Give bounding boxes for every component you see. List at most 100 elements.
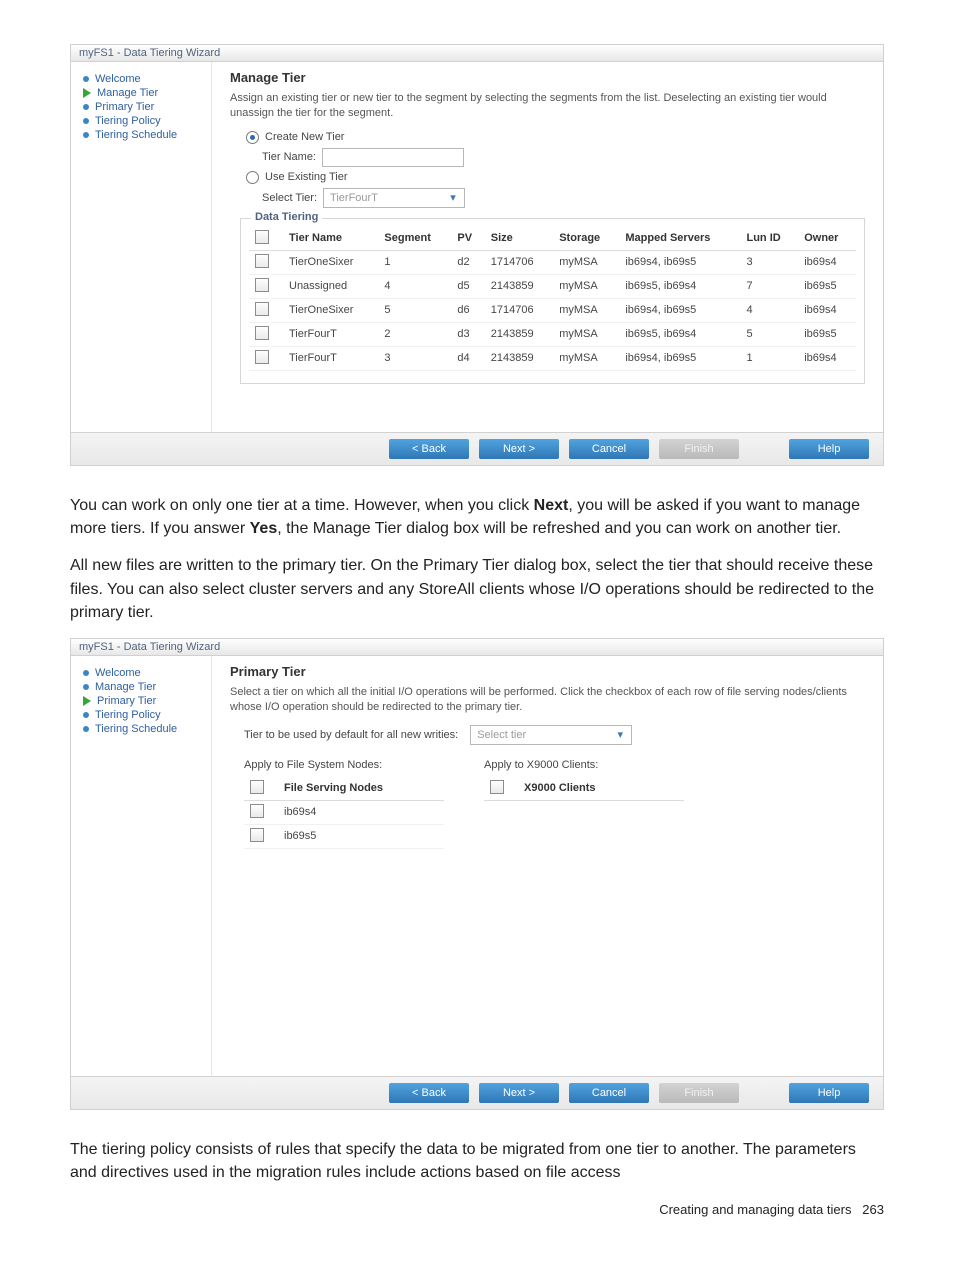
cell-size: 2143859 — [485, 322, 553, 346]
page-footer: Creating and managing data tiers 263 — [70, 1202, 884, 1217]
cell-node: ib69s5 — [278, 824, 444, 848]
tier-name-input[interactable] — [322, 148, 464, 167]
nav-label: Tiering Schedule — [95, 129, 177, 141]
row-checkbox[interactable] — [255, 278, 269, 292]
x9000-clients-table: X9000 Clients — [484, 777, 684, 801]
page-description: Select a tier on which all the initial I… — [230, 685, 865, 715]
arrow-icon — [83, 696, 91, 706]
checkbox-all[interactable] — [490, 780, 504, 794]
body-paragraph: You can work on only one tier at a time.… — [70, 494, 884, 540]
cell-storage: myMSA — [553, 298, 619, 322]
cell-size: 2143859 — [485, 346, 553, 370]
cell-tier-name: Unassigned — [283, 274, 378, 298]
col-storage: Storage — [553, 227, 619, 251]
text-bold: Next — [534, 497, 569, 514]
cancel-button[interactable]: Cancel — [569, 439, 649, 459]
cell-storage: myMSA — [553, 346, 619, 370]
page-description: Assign an existing tier or new tier to t… — [230, 91, 865, 121]
cell-segment: 1 — [378, 250, 451, 274]
checkbox-all[interactable] — [255, 230, 269, 244]
table-row[interactable]: TierOneSixer1d21714706myMSAib69s4, ib69s… — [249, 250, 856, 274]
radio-label: Create New Tier — [265, 131, 344, 143]
page-title: Manage Tier — [230, 70, 865, 85]
nav-label: Welcome — [95, 667, 141, 679]
radio-icon — [246, 131, 259, 144]
nav-item-welcome[interactable]: Welcome — [83, 666, 203, 680]
bullet-icon — [83, 118, 89, 124]
col-segment: Segment — [378, 227, 451, 251]
row-checkbox[interactable] — [255, 350, 269, 364]
nav-item-tiering-policy[interactable]: Tiering Policy — [83, 708, 203, 722]
nav-label: Primary Tier — [97, 695, 156, 707]
bullet-icon — [83, 712, 89, 718]
table-row[interactable]: TierFourT3d42143859myMSAib69s4, ib69s51i… — [249, 346, 856, 370]
row-checkbox[interactable] — [250, 828, 264, 842]
select-value: Select tier — [477, 729, 526, 741]
wizard-main: Primary Tier Select a tier on which all … — [212, 656, 883, 1076]
bullet-icon — [83, 684, 89, 690]
cell-lun-id: 3 — [740, 250, 798, 274]
row-checkbox[interactable] — [250, 804, 264, 818]
nav-item-primary-tier[interactable]: Primary Tier — [83, 694, 203, 708]
finish-button: Finish — [659, 439, 739, 459]
cell-size: 1714706 — [485, 250, 553, 274]
footer-text: Creating and managing data tiers — [659, 1202, 851, 1217]
radio-create-new-tier[interactable]: Create New Tier — [246, 131, 865, 144]
nav-item-tiering-policy[interactable]: Tiering Policy — [83, 114, 203, 128]
cell-pv: d2 — [451, 250, 484, 274]
finish-button: Finish — [659, 1083, 739, 1103]
radio-label: Use Existing Tier — [265, 171, 348, 183]
col-pv: PV — [451, 227, 484, 251]
row-checkbox[interactable] — [255, 326, 269, 340]
table-row[interactable]: ib69s5 — [244, 824, 444, 848]
select-tier-label: Select Tier: — [262, 192, 317, 204]
nav-item-welcome[interactable]: Welcome — [83, 72, 203, 86]
nav-label: Tiering Policy — [95, 115, 161, 127]
back-button[interactable]: < Back — [389, 1083, 469, 1103]
nav-label: Primary Tier — [95, 101, 154, 113]
next-button[interactable]: Next > — [479, 1083, 559, 1103]
default-tier-dropdown[interactable]: Select tier ▾ — [470, 725, 632, 745]
cell-segment: 5 — [378, 298, 451, 322]
table-row[interactable]: Unassigned4d52143859myMSAib69s5, ib69s47… — [249, 274, 856, 298]
cell-segment: 2 — [378, 322, 451, 346]
table-row[interactable]: ib69s4 — [244, 800, 444, 824]
cell-owner: ib69s4 — [798, 298, 856, 322]
back-button[interactable]: < Back — [389, 439, 469, 459]
radio-use-existing-tier[interactable]: Use Existing Tier — [246, 171, 865, 184]
body-paragraph: All new files are written to the primary… — [70, 554, 884, 624]
col-size: Size — [485, 227, 553, 251]
section-caption: Apply to X9000 Clients: — [484, 759, 684, 771]
help-button[interactable]: Help — [789, 1083, 869, 1103]
nav-item-tiering-schedule[interactable]: Tiering Schedule — [83, 128, 203, 142]
nav-item-tiering-schedule[interactable]: Tiering Schedule — [83, 722, 203, 736]
bullet-icon — [83, 670, 89, 676]
cell-lun-id: 5 — [740, 322, 798, 346]
nav-item-manage-tier[interactable]: Manage Tier — [83, 680, 203, 694]
nav-item-primary-tier[interactable]: Primary Tier — [83, 100, 203, 114]
select-tier-dropdown[interactable]: TierFourT ▾ — [323, 188, 465, 208]
select-tier-row: Select Tier: TierFourT ▾ — [262, 188, 865, 208]
row-checkbox[interactable] — [255, 254, 269, 268]
page-number: 263 — [862, 1202, 884, 1217]
cell-lun-id: 7 — [740, 274, 798, 298]
row-checkbox[interactable] — [255, 302, 269, 316]
cell-mapped-servers: ib69s5, ib69s4 — [619, 274, 740, 298]
text: You can work on only one tier at a time.… — [70, 497, 534, 514]
default-tier-label: Tier to be used by default for all new w… — [244, 729, 458, 741]
checkbox-all[interactable] — [250, 780, 264, 794]
cancel-button[interactable]: Cancel — [569, 1083, 649, 1103]
cell-tier-name: TierFourT — [283, 346, 378, 370]
col-owner: Owner — [798, 227, 856, 251]
help-button[interactable]: Help — [789, 439, 869, 459]
manage-tier-wizard: myFS1 - Data Tiering Wizard Welcome Mana… — [70, 44, 884, 466]
nav-item-manage-tier[interactable]: Manage Tier — [83, 86, 203, 100]
cell-pv: d3 — [451, 322, 484, 346]
wizard-footer: < Back Next > Cancel Finish Help — [71, 432, 883, 465]
next-button[interactable]: Next > — [479, 439, 559, 459]
wizard-nav: Welcome Manage Tier Primary Tier Tiering… — [71, 62, 212, 432]
table-row[interactable]: TierFourT2d32143859myMSAib69s5, ib69s45i… — [249, 322, 856, 346]
cell-storage: myMSA — [553, 274, 619, 298]
table-row[interactable]: TierOneSixer5d61714706myMSAib69s4, ib69s… — [249, 298, 856, 322]
cell-mapped-servers: ib69s5, ib69s4 — [619, 322, 740, 346]
